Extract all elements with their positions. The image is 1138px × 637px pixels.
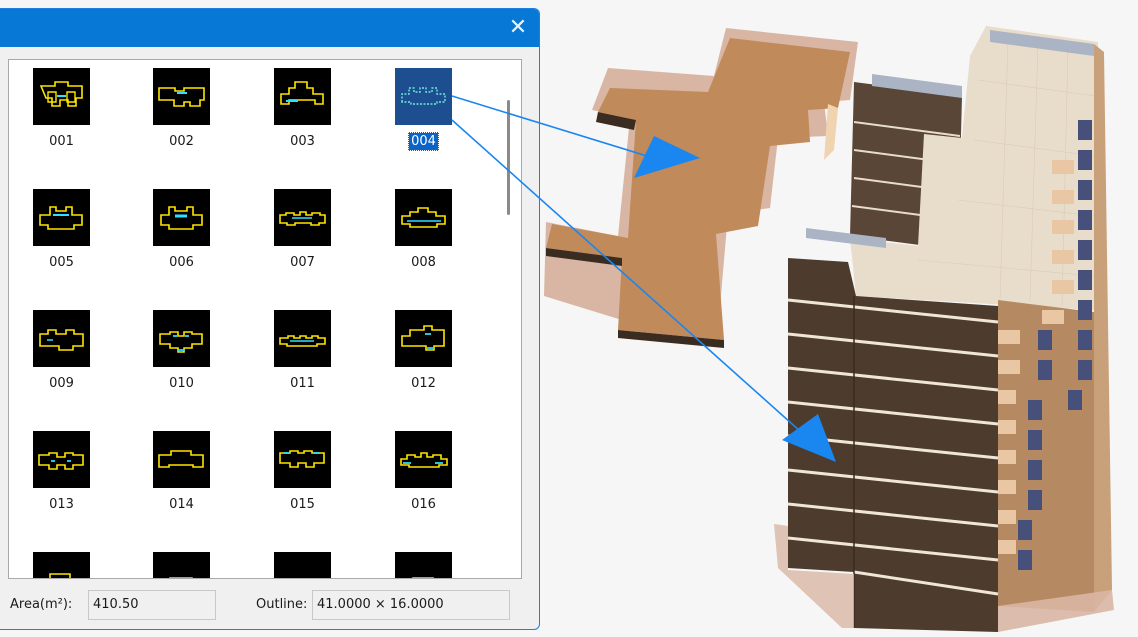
list-item[interactable]: 006 <box>129 181 239 286</box>
item-label: 010 <box>169 376 194 391</box>
item-label: 009 <box>49 376 74 391</box>
floor-plan-grid: 001 002 003 004 005 006 007 008 009 010 … <box>9 60 497 578</box>
item-label: 008 <box>411 255 436 270</box>
item-label: 005 <box>49 255 74 270</box>
list-item[interactable]: 001 <box>9 60 119 165</box>
outline-label: Outline: <box>256 597 308 612</box>
list-item[interactable]: 005 <box>9 181 119 286</box>
floor-plan-thumbnail-icon <box>395 552 452 578</box>
list-item[interactable]: 016 <box>371 423 481 528</box>
floor-plan-thumbnail-icon <box>395 431 452 488</box>
floor-plan-dialog: ✕ 001 002 003 004 005 006 007 008 009 01… <box>0 8 540 630</box>
floor-plan-thumbnail-icon <box>33 310 90 367</box>
floor-plan-thumbnail-icon <box>153 189 210 246</box>
floor-plan-thumbnail-icon <box>153 310 210 367</box>
area-field[interactable]: 410.50 <box>88 590 216 620</box>
item-label: 011 <box>290 376 315 391</box>
floor-plan-thumbnail-icon <box>33 68 90 125</box>
item-label: 006 <box>169 255 194 270</box>
item-label: 004 <box>408 132 439 151</box>
floor-plan-list[interactable]: 001 002 003 004 005 006 007 008 009 010 … <box>8 59 522 579</box>
floor-plan-thumbnail-icon <box>33 189 90 246</box>
list-item[interactable]: 013 <box>9 423 119 528</box>
item-label: 007 <box>290 255 315 270</box>
floor-plan-thumbnail-icon <box>33 552 90 578</box>
floor-plan-thumbnail-icon <box>153 431 210 488</box>
building-3d-viewport[interactable] <box>538 0 1138 633</box>
floor-plan-thumbnail-icon <box>274 310 331 367</box>
list-item[interactable]: 011 <box>250 302 360 407</box>
close-button[interactable]: ✕ <box>503 13 533 43</box>
item-label: 012 <box>411 376 436 391</box>
item-label: 016 <box>411 497 436 512</box>
list-item[interactable]: 010 <box>129 302 239 407</box>
list-item[interactable]: 012 <box>371 302 481 407</box>
list-item[interactable]: 008 <box>371 181 481 286</box>
floor-plan-thumbnail-icon <box>153 68 210 125</box>
outline-field[interactable]: 41.0000 × 16.0000 <box>312 590 510 620</box>
list-item[interactable]: 015 <box>250 423 360 528</box>
floor-plan-thumbnail-icon <box>395 68 452 125</box>
item-label: 015 <box>290 497 315 512</box>
item-label: 014 <box>169 497 194 512</box>
list-item[interactable]: 009 <box>9 302 119 407</box>
close-icon: ✕ <box>508 15 528 40</box>
list-item[interactable] <box>250 544 360 578</box>
floor-plan-thumbnail-icon <box>33 431 90 488</box>
list-item[interactable] <box>129 544 239 578</box>
floor-plan-thumbnail-icon <box>153 552 210 578</box>
list-item[interactable]: 014 <box>129 423 239 528</box>
scrollbar-thumb[interactable] <box>507 100 510 215</box>
list-item[interactable]: 007 <box>250 181 360 286</box>
floor-plan-thumbnail-icon <box>274 431 331 488</box>
list-item[interactable]: 002 <box>129 60 239 165</box>
list-item[interactable]: 003 <box>250 60 360 165</box>
item-label: 003 <box>290 134 315 149</box>
list-item-selected[interactable]: 004 <box>371 60 481 165</box>
list-item[interactable] <box>9 544 119 578</box>
item-label: 013 <box>49 497 74 512</box>
floor-plan-thumbnail-icon <box>274 68 331 125</box>
vertical-scrollbar[interactable] <box>497 60 521 578</box>
floor-plan-thumbnail-icon <box>274 189 331 246</box>
list-item[interactable] <box>371 544 481 578</box>
item-label: 001 <box>49 134 74 149</box>
floor-plan-thumbnail-icon <box>395 310 452 367</box>
item-label: 002 <box>169 134 194 149</box>
title-bar[interactable]: ✕ <box>0 9 539 47</box>
floor-plan-thumbnail-icon <box>274 552 331 578</box>
building-model-illustration <box>544 26 1114 632</box>
area-label: Area(m²): <box>10 597 73 612</box>
floor-plan-thumbnail-icon <box>395 189 452 246</box>
